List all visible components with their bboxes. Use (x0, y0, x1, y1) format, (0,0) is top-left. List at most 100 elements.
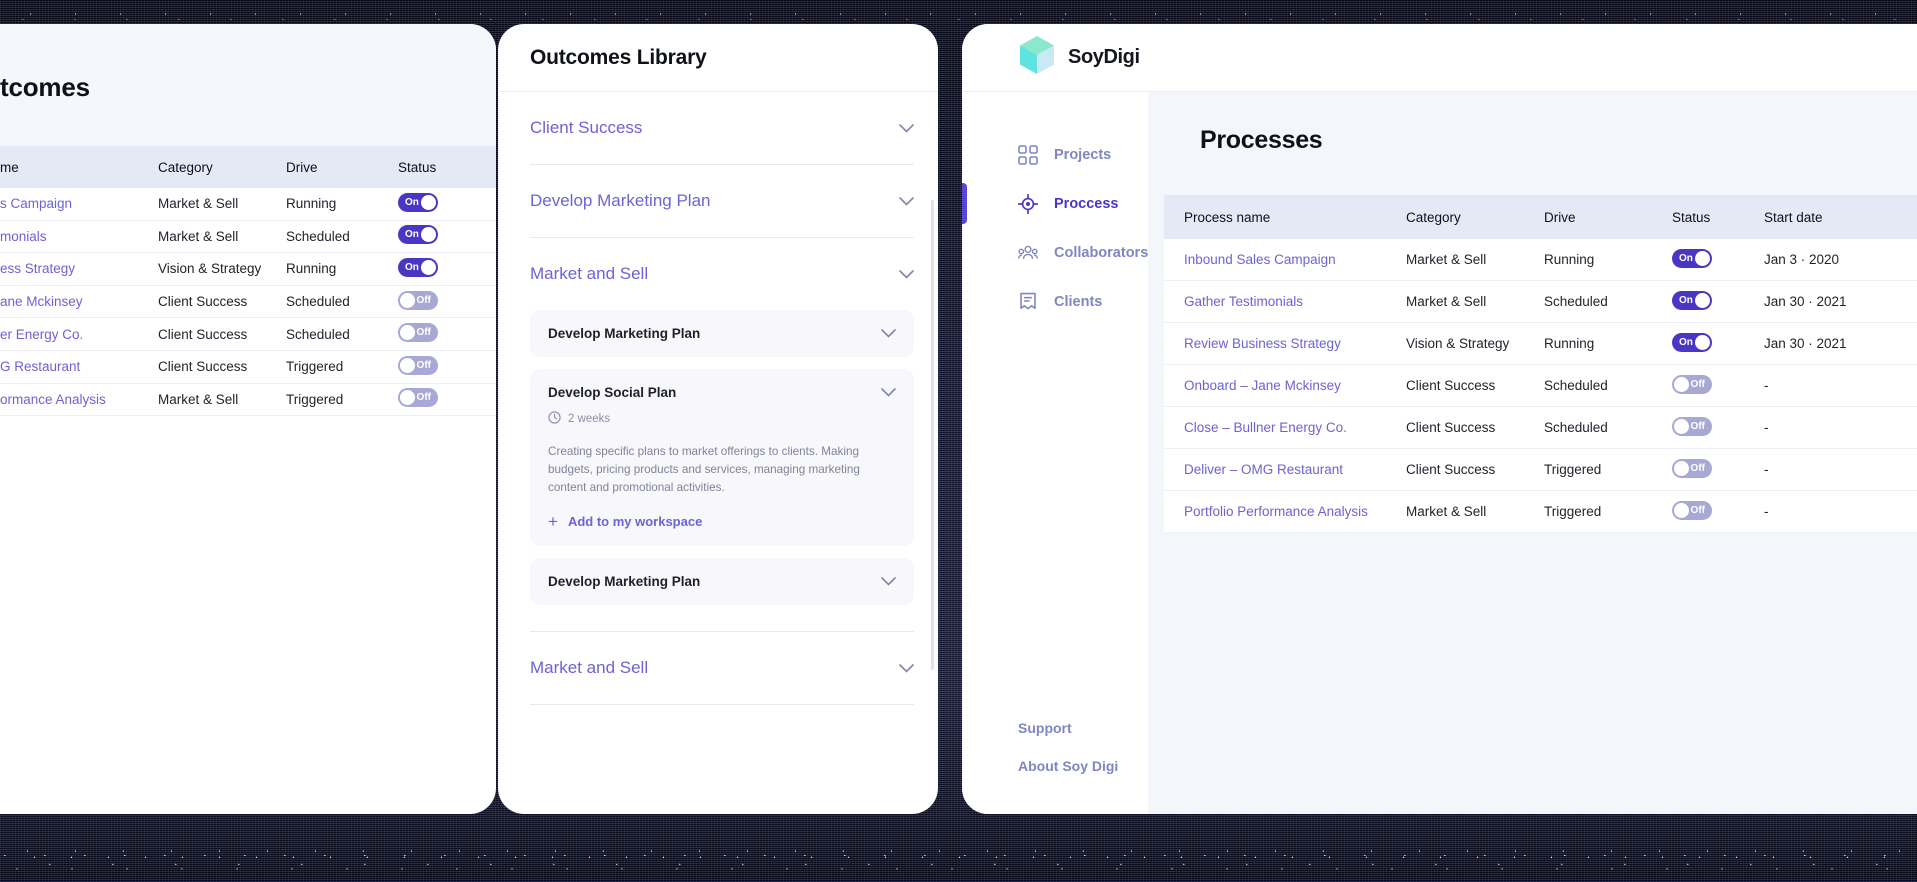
grid-icon (1018, 144, 1038, 165)
status-toggle-label: Off (416, 392, 431, 404)
outcome-card-header[interactable]: Develop Marketing Plan (548, 574, 896, 589)
status-toggle[interactable]: On (1672, 290, 1712, 310)
chevron-down-icon[interactable] (881, 388, 896, 397)
library-group-header[interactable]: Market and Sell (530, 238, 914, 310)
chevron-down-icon[interactable] (899, 269, 914, 279)
library-group[interactable]: Develop Marketing Plan (530, 165, 914, 238)
table-row[interactable]: ormance Analysis Market & Sell Triggered Of… (0, 383, 496, 417)
status-toggle[interactable]: On (398, 192, 438, 212)
cell-name[interactable]: ormance Analysis (0, 392, 158, 407)
outcome-card[interactable]: Develop Marketing Plan (530, 558, 914, 606)
table-row[interactable]: G Restaurant Client Success Triggered Off (0, 350, 496, 384)
plus-icon: + (548, 512, 558, 532)
col-category: Category (158, 159, 213, 175)
cell-status: On (1672, 290, 1764, 313)
status-toggle[interactable]: On (398, 257, 438, 277)
processes-table: Process name Category Drive Status Start… (1164, 195, 1917, 533)
table-row[interactable]: Deliver – OMG Restaurant Client Success Tr… (1164, 449, 1917, 491)
chevron-down-icon[interactable] (899, 664, 914, 673)
app-topbar: SoyDigi (962, 24, 1917, 92)
cell-name[interactable]: er Energy Co. (0, 327, 158, 342)
outcome-card-header[interactable]: Develop Social Plan (548, 385, 896, 400)
cell-process-name[interactable]: Review Business Strategy (1184, 336, 1406, 351)
table-row[interactable]: Review Business Strategy Vision & Strateg… (1164, 323, 1917, 365)
status-toggle[interactable]: Off (1672, 374, 1712, 394)
sidebar-link-support[interactable]: Support (1018, 720, 1148, 736)
status-toggle-label: On (1679, 336, 1693, 348)
cell-drive: Triggered (286, 359, 344, 375)
table-row[interactable]: er Energy Co. Client Success Scheduled Off (0, 318, 496, 351)
col-status: Status (398, 159, 437, 175)
add-to-workspace-label: Add to my workspace (567, 514, 703, 530)
sidebar-item-proccess[interactable]: Proccess (962, 179, 1148, 228)
library-scrollbar[interactable] (931, 200, 934, 670)
outcome-duration-label: 2 weeks (568, 413, 611, 425)
cell-name[interactable]: ane Mckinsey (0, 294, 158, 309)
status-toggle-label: Off (416, 327, 431, 339)
cell-process-name[interactable]: Inbound Sales Campaign (1184, 252, 1406, 267)
outcome-card[interactable]: Develop Marketing Plan (530, 310, 914, 357)
library-group[interactable]: Client Success (530, 92, 914, 165)
outcomes-table-body: s Campaign Market & Sell Running On monials M… (0, 188, 496, 417)
cell-process-name[interactable]: Deliver – OMG Restaurant (1184, 462, 1406, 477)
cell-drive: Scheduled (1544, 294, 1608, 309)
table-row[interactable]: monials Market & Sell Scheduled On (0, 220, 496, 254)
table-row[interactable]: Portfolio Performance Analysis Market & S… (1164, 491, 1917, 533)
status-toggle[interactable]: Off (1672, 500, 1712, 520)
cell-process-name[interactable]: Gather Testimonials (1184, 294, 1406, 309)
col-status: Status (1672, 209, 1711, 225)
chevron-down-icon[interactable] (881, 577, 896, 587)
sidebar-link-about[interactable]: About Soy Digi (1018, 758, 1148, 774)
status-toggle[interactable]: Off (1672, 458, 1712, 478)
cell-status: Off (1672, 500, 1764, 523)
status-toggle-label: On (1679, 294, 1693, 306)
table-row[interactable]: s Campaign Market & Sell Running On (0, 188, 496, 221)
status-toggle[interactable]: On (1672, 332, 1712, 352)
app-window: SoyDigi Projects Proccess Collaborators Cli… (962, 24, 1917, 814)
cell-process-name[interactable]: Onboard – Jane Mckinsey (1184, 378, 1406, 393)
status-toggle[interactable]: Off (398, 388, 438, 408)
table-row[interactable]: ane Mckinsey Client Success Scheduled Off (0, 285, 496, 319)
library-group-header[interactable]: Market and Sell (530, 632, 914, 704)
table-row[interactable]: Inbound Sales Campaign Market & Sell Runni… (1164, 239, 1917, 281)
table-row[interactable]: Onboard – Jane Mckinsey Client Success Sch… (1164, 365, 1917, 407)
status-toggle-label: Off (1690, 462, 1705, 474)
sidebar-item-collaborators[interactable]: Collaborators (962, 228, 1148, 277)
outcome-card-header[interactable]: Develop Marketing Plan (548, 326, 896, 341)
status-toggle[interactable]: Off (398, 290, 438, 310)
cell-status: Off (398, 290, 468, 313)
status-toggle[interactable]: Off (398, 323, 438, 343)
outcomes-panel: tcomes me Category Drive Status s Campai… (0, 24, 496, 814)
chevron-down-icon[interactable] (899, 123, 914, 133)
sidebar-item-clients[interactable]: Clients (962, 277, 1148, 326)
cell-name[interactable]: G Restaurant (0, 359, 158, 374)
status-toggle-label: On (405, 229, 419, 241)
status-toggle[interactable]: Off (398, 355, 438, 375)
cell-name[interactable]: monials (0, 229, 158, 244)
chevron-down-icon[interactable] (881, 329, 896, 338)
add-to-workspace-button[interactable]: + Add to my workspace (548, 513, 896, 530)
status-toggle[interactable]: On (1672, 248, 1712, 268)
status-toggle[interactable]: On (398, 225, 438, 245)
cell-start-date: - (1764, 462, 1769, 477)
sidebar-item-projects[interactable]: Projects (962, 130, 1148, 179)
table-row[interactable]: ess Strategy Vision & Strategy Running On (0, 253, 496, 286)
status-toggle-label: On (1679, 252, 1693, 264)
cell-name[interactable]: ess Strategy (0, 261, 158, 276)
cell-process-name[interactable]: Close – Bullner Energy Co. (1184, 420, 1406, 435)
library-group-expanded[interactable]: Market and Sell Develop Marketing Plan Dev… (530, 238, 914, 633)
status-toggle[interactable]: Off (1672, 416, 1712, 436)
cell-name[interactable]: s Campaign (0, 196, 158, 211)
cell-process-name[interactable]: Portfolio Performance Analysis (1184, 504, 1406, 519)
outcome-card-title: Develop Marketing Plan (548, 574, 701, 590)
outcome-card-expanded[interactable]: Develop Social Plan 2 weeks Creating speci… (530, 369, 914, 547)
library-group-header[interactable]: Client Success (530, 92, 914, 164)
library-group-header[interactable]: Develop Marketing Plan (530, 165, 914, 237)
cell-status: Off (398, 355, 468, 378)
table-row[interactable]: Close – Bullner Energy Co. Client Success… (1164, 407, 1917, 449)
library-group[interactable]: Market and Sell (530, 632, 914, 706)
chevron-down-icon[interactable] (899, 196, 914, 206)
cell-category: Vision & Strategy (158, 261, 262, 277)
table-row[interactable]: Gather Testimonials Market & Sell Schedule… (1164, 281, 1917, 323)
brand-logo[interactable]: SoyDigi (1018, 35, 1140, 80)
